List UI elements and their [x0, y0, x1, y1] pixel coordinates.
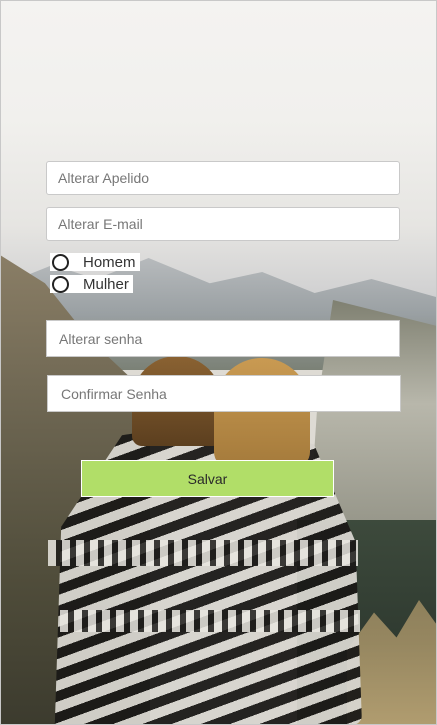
gender-option-label: Mulher — [83, 275, 129, 293]
gender-option-label: Homem — [83, 253, 136, 271]
edit-profile-form: Homem Mulher Salvar — [0, 0, 437, 725]
nickname-input[interactable] — [46, 161, 400, 195]
password-input[interactable] — [46, 320, 400, 357]
gender-option-mulher[interactable]: Mulher — [50, 275, 133, 293]
radio-icon[interactable] — [52, 253, 69, 271]
gender-option-homem[interactable]: Homem — [50, 253, 140, 271]
radio-icon[interactable] — [52, 275, 69, 293]
confirm-password-input[interactable] — [47, 375, 401, 412]
save-button[interactable]: Salvar — [81, 460, 334, 497]
email-input[interactable] — [46, 207, 400, 241]
